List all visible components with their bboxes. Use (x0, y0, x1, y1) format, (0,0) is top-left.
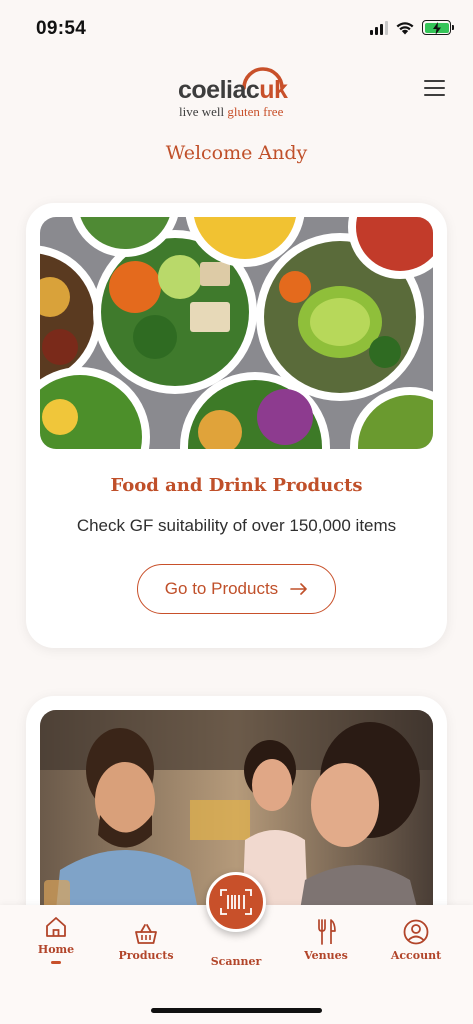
go-to-products-button[interactable]: Go to Products (137, 564, 336, 614)
home-indicator (151, 1008, 322, 1013)
tab-label: Products (118, 949, 174, 962)
card-subtitle: Check GF suitability of over 150,000 ite… (76, 516, 397, 535)
arrow-right-icon (290, 583, 307, 595)
signal-icon (370, 20, 388, 35)
wifi-icon (396, 22, 414, 35)
salad-bowls-photo (40, 217, 433, 449)
tab-products[interactable]: Products (101, 923, 191, 962)
status-bar: 09:54 (0, 0, 473, 52)
status-time: 09:54 (36, 18, 87, 39)
hamburger-menu-icon[interactable] (424, 80, 445, 96)
tab-label: Scanner (210, 955, 262, 968)
basket-icon (135, 924, 157, 944)
cutlery-icon (318, 919, 336, 945)
tab-home[interactable]: Home (11, 915, 101, 964)
logo-wordmark: coeliacuk (178, 76, 288, 104)
active-tab-indicator (51, 961, 61, 964)
card-title: Food and Drink Products (110, 475, 363, 496)
tab-scanner[interactable]: Scanner (191, 951, 281, 968)
logo-tagline: live well gluten free (179, 104, 284, 119)
status-icons (370, 20, 454, 35)
tab-label: Venues (304, 949, 348, 962)
cta-label: Go to Products (164, 579, 279, 598)
home-icon (46, 917, 66, 937)
tab-account[interactable]: Account (371, 919, 461, 962)
tab-venues[interactable]: Venues (281, 919, 371, 962)
barcode-icon (220, 889, 252, 915)
products-card: Food and Drink Products Check GF suitabi… (26, 203, 447, 648)
app-header: coeliacuk live well gluten free (0, 60, 473, 120)
scanner-button[interactable] (206, 872, 266, 932)
tab-label: Account (390, 949, 442, 962)
coeliac-uk-logo[interactable]: coeliacuk live well gluten free (178, 66, 298, 119)
battery-icon (422, 20, 454, 35)
welcome-heading: Welcome Andy (165, 142, 308, 164)
user-icon (403, 919, 429, 945)
tab-label: Home (37, 943, 75, 956)
